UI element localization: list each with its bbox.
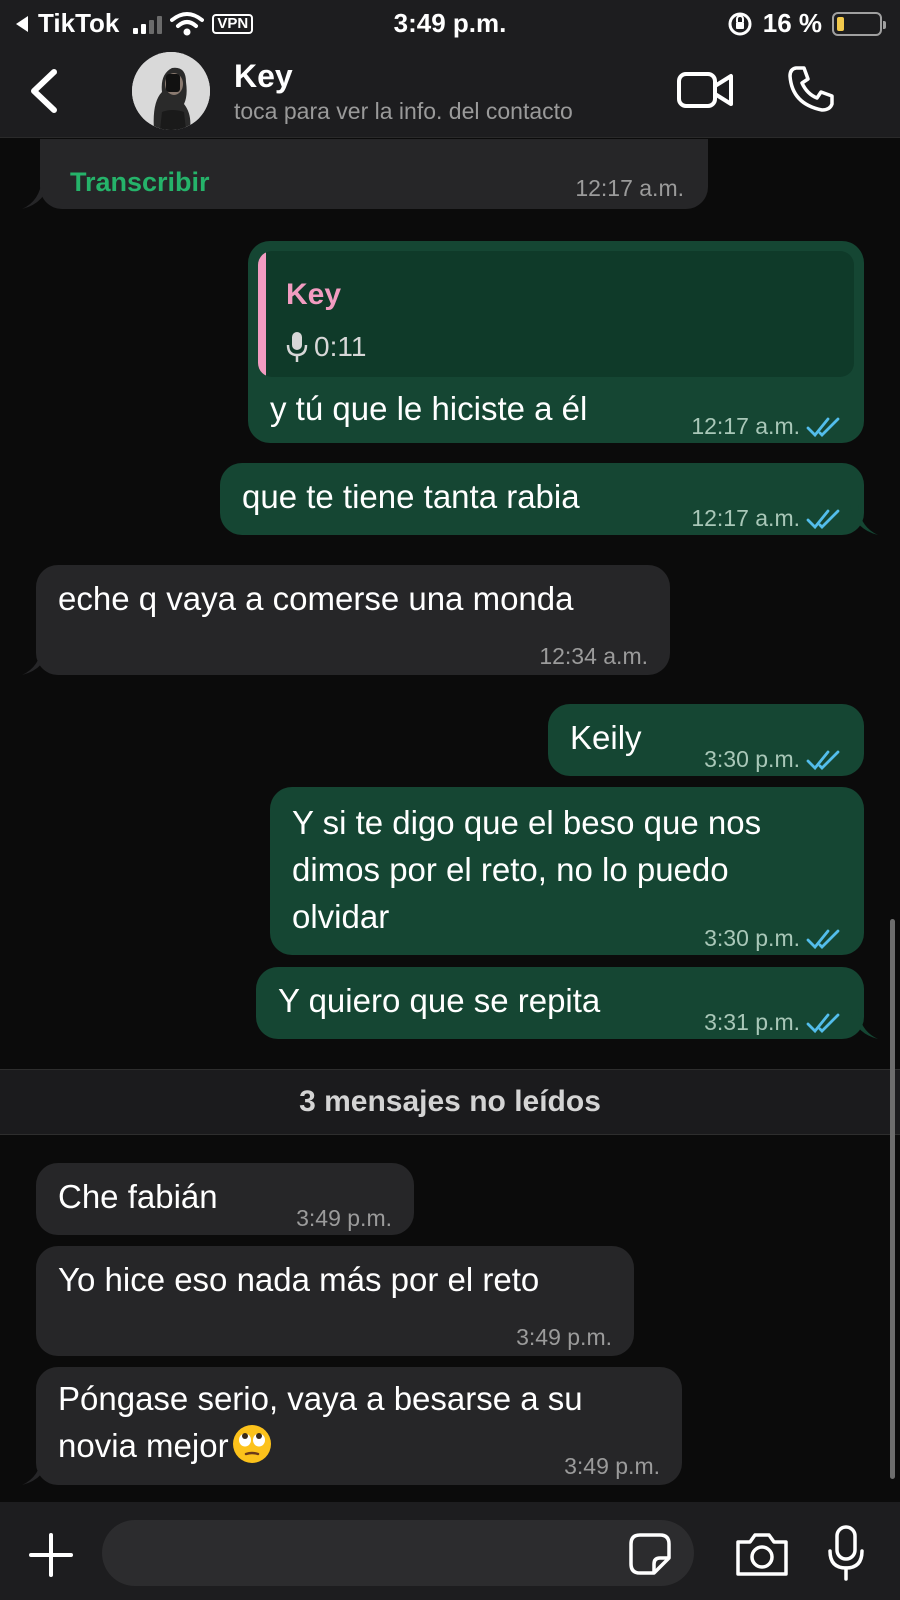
message-text-line: Póngase serio, vaya a besarse a su [58, 1380, 583, 1417]
message-text: Keily [570, 719, 642, 756]
message-bubble-incoming[interactable]: eche q vaya a comerse una monda 12:34 a.… [36, 565, 670, 675]
message-bubble-outgoing[interactable]: Keily 3:30 p.m. [548, 704, 864, 776]
message-text: eche q vaya a comerse una monda [58, 580, 574, 617]
message-text-line: olvidar [292, 898, 390, 935]
microphone-icon [286, 331, 308, 362]
bubble-tail [22, 179, 50, 209]
avatar[interactable] [132, 52, 210, 130]
message-bubble-outgoing[interactable]: Key 0:11 y tú que le hiciste a él 12:17 … [248, 241, 864, 443]
message-time: 12:17 a.m. [691, 495, 842, 542]
video-camera-icon[interactable] [676, 68, 734, 112]
scrollbar[interactable] [890, 919, 895, 1479]
quoted-sender: Key [286, 278, 342, 311]
message-time: 3:30 p.m. [704, 915, 842, 962]
message-time: 3:31 p.m. [704, 999, 842, 1046]
read-ticks-icon [806, 417, 840, 438]
contact-name[interactable]: Key [234, 58, 293, 95]
bubble-tail [850, 1009, 878, 1039]
camera-icon[interactable] [734, 1530, 790, 1578]
message-bubble-incoming[interactable]: Póngase serio, vaya a besarse a su novia… [36, 1367, 682, 1485]
message-time: 3:49 p.m. [564, 1453, 660, 1479]
message-text: Che fabián [58, 1178, 218, 1215]
message-time: 3:30 p.m. [704, 736, 842, 783]
read-ticks-icon [806, 929, 840, 950]
status-bar: TikTok VPN 3:49 p.m. 16 % [0, 0, 900, 46]
quoted-message[interactable]: Key 0:11 [258, 251, 854, 377]
message-time: 12:17 a.m. [691, 403, 842, 450]
bubble-tail [22, 645, 50, 675]
message-bubble-outgoing[interactable]: Y quiero que se repita 3:31 p.m. [256, 967, 864, 1039]
microphone-icon[interactable] [826, 1524, 866, 1582]
sticker-icon[interactable] [628, 1532, 672, 1576]
read-ticks-icon [806, 750, 840, 771]
orientation-lock-icon [728, 12, 752, 35]
message-bubble-outgoing[interactable]: Y si te digo que el beso que nos dimos p… [270, 787, 864, 955]
message-bubble-outgoing[interactable]: que te tiene tanta rabia 12:17 a.m. [220, 463, 864, 535]
message-bubble-incoming[interactable]: Che fabián 3:49 p.m. [36, 1163, 414, 1235]
bubble-tail [850, 505, 878, 535]
read-ticks-icon [806, 1013, 840, 1034]
plus-icon[interactable] [28, 1532, 74, 1578]
quoted-audio-duration: 0:11 [314, 331, 367, 362]
chevron-left-icon[interactable] [24, 68, 64, 114]
face-with-rolling-eyes-emoji [232, 1425, 271, 1463]
message-text: Y quiero que se repita [278, 982, 601, 1019]
unread-messages-divider: 3 mensajes no leídos [0, 1069, 900, 1135]
phone-icon[interactable] [786, 64, 836, 114]
status-bar-right: 16 % [727, 8, 886, 39]
message-text-line: Y si te digo que el beso que nos [292, 804, 762, 841]
chat-header: Key toca para ver la info. del contacto [0, 46, 900, 138]
message-list[interactable]: Transcribir 12:17 a.m. Key 0:11 y tú que… [0, 139, 900, 1502]
quoted-audio: 0:11 [286, 323, 366, 370]
message-time: 3:49 p.m. [516, 1324, 612, 1350]
message-text: y tú que le hiciste a él [270, 390, 588, 427]
message-time: 12:17 a.m. [575, 175, 684, 201]
message-text: Yo hice eso nada más por el reto [58, 1261, 540, 1298]
transcribe-link[interactable]: Transcribir [70, 159, 210, 206]
contact-info-hint[interactable]: toca para ver la info. del contacto [234, 98, 658, 125]
battery-percent: 16 % [762, 8, 822, 38]
message-time: 3:49 p.m. [296, 1205, 392, 1231]
bubble-tail [22, 1455, 50, 1485]
message-time: 12:34 a.m. [539, 643, 648, 669]
read-ticks-icon [806, 509, 840, 530]
quote-accent-bar [258, 251, 266, 377]
message-text-line: dimos por el reto, no lo puedo [292, 851, 729, 888]
message-input[interactable] [102, 1520, 694, 1586]
message-bubble-incoming[interactable]: Yo hice eso nada más por el reto 3:49 p.… [36, 1246, 634, 1356]
message-text: que te tiene tanta rabia [242, 478, 580, 515]
message-text-line: novia mejor [58, 1422, 273, 1469]
message-bubble-incoming[interactable]: Transcribir 12:17 a.m. [40, 139, 708, 209]
battery-icon [832, 11, 886, 36]
composer-bar [0, 1502, 900, 1600]
